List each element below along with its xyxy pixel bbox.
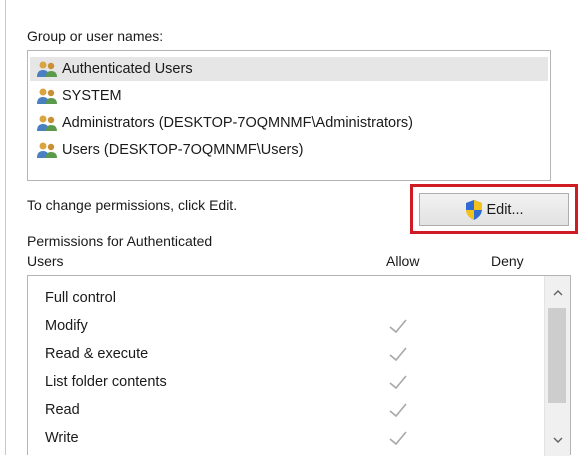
scroll-down-arrow[interactable] [545, 428, 570, 452]
allow-check-icon [389, 375, 407, 390]
dialog-left-border [5, 0, 6, 455]
chevron-down-icon [553, 437, 562, 443]
permission-row-read-execute: Read & execute [28, 340, 543, 368]
users-group-icon [37, 115, 57, 131]
permission-row-list-folder-contents: List folder contents [28, 368, 543, 396]
user-item-users[interactable]: Users (DESKTOP-7OQMNMF\Users) [30, 138, 548, 162]
user-name: SYSTEM [62, 88, 122, 104]
scroll-up-arrow[interactable] [545, 280, 570, 304]
permissions-label-line1: Permissions for Authenticated [27, 233, 213, 249]
permission-name: Full control [45, 290, 116, 306]
permission-row-full-control: Full control [28, 284, 543, 312]
user-name: Authenticated Users [62, 61, 193, 77]
scroll-thumb[interactable] [548, 308, 566, 403]
allow-check-icon [389, 347, 407, 362]
change-permissions-hint: To change permissions, click Edit. [27, 197, 238, 213]
group-user-names-label: Group or user names: [27, 28, 164, 44]
permission-row-read: Read [28, 396, 543, 424]
permission-row-write: Write [28, 424, 543, 452]
allow-check-icon [389, 403, 407, 418]
uac-shield-icon [466, 199, 483, 220]
permissions-label-line2: Users [27, 253, 64, 269]
user-item-authenticated-users[interactable]: Authenticated Users [30, 57, 548, 81]
chevron-up-icon [553, 289, 562, 295]
permission-name: List folder contents [45, 374, 167, 390]
permission-name: Modify [45, 318, 88, 334]
user-name: Users (DESKTOP-7OQMNMF\Users) [62, 142, 304, 158]
user-item-administrators[interactable]: Administrators (DESKTOP-7OQMNMF\Administ… [30, 111, 548, 135]
users-group-icon [37, 142, 57, 158]
allow-check-icon [389, 319, 407, 334]
permission-row-modify: Modify [28, 312, 543, 340]
deny-column-header: Deny [491, 253, 524, 269]
permission-name: Read & execute [45, 346, 149, 362]
edit-button[interactable]: Edit... [419, 193, 569, 226]
permission-name: Read [45, 402, 80, 418]
users-group-icon [37, 61, 57, 77]
permissions-scrollbar[interactable] [544, 276, 570, 456]
edit-button-label: Edit... [486, 201, 524, 218]
users-listbox[interactable]: Authenticated Users SYSTEM Administrator… [27, 50, 551, 181]
allow-column-header: Allow [386, 253, 420, 269]
users-group-icon [37, 88, 57, 104]
permissions-listbox[interactable]: Full control Modify Read & execute List … [27, 275, 571, 456]
permission-name: Write [45, 430, 79, 446]
user-name: Administrators (DESKTOP-7OQMNMF\Administ… [62, 115, 414, 131]
allow-check-icon [389, 431, 407, 446]
user-item-system[interactable]: SYSTEM [30, 84, 548, 108]
